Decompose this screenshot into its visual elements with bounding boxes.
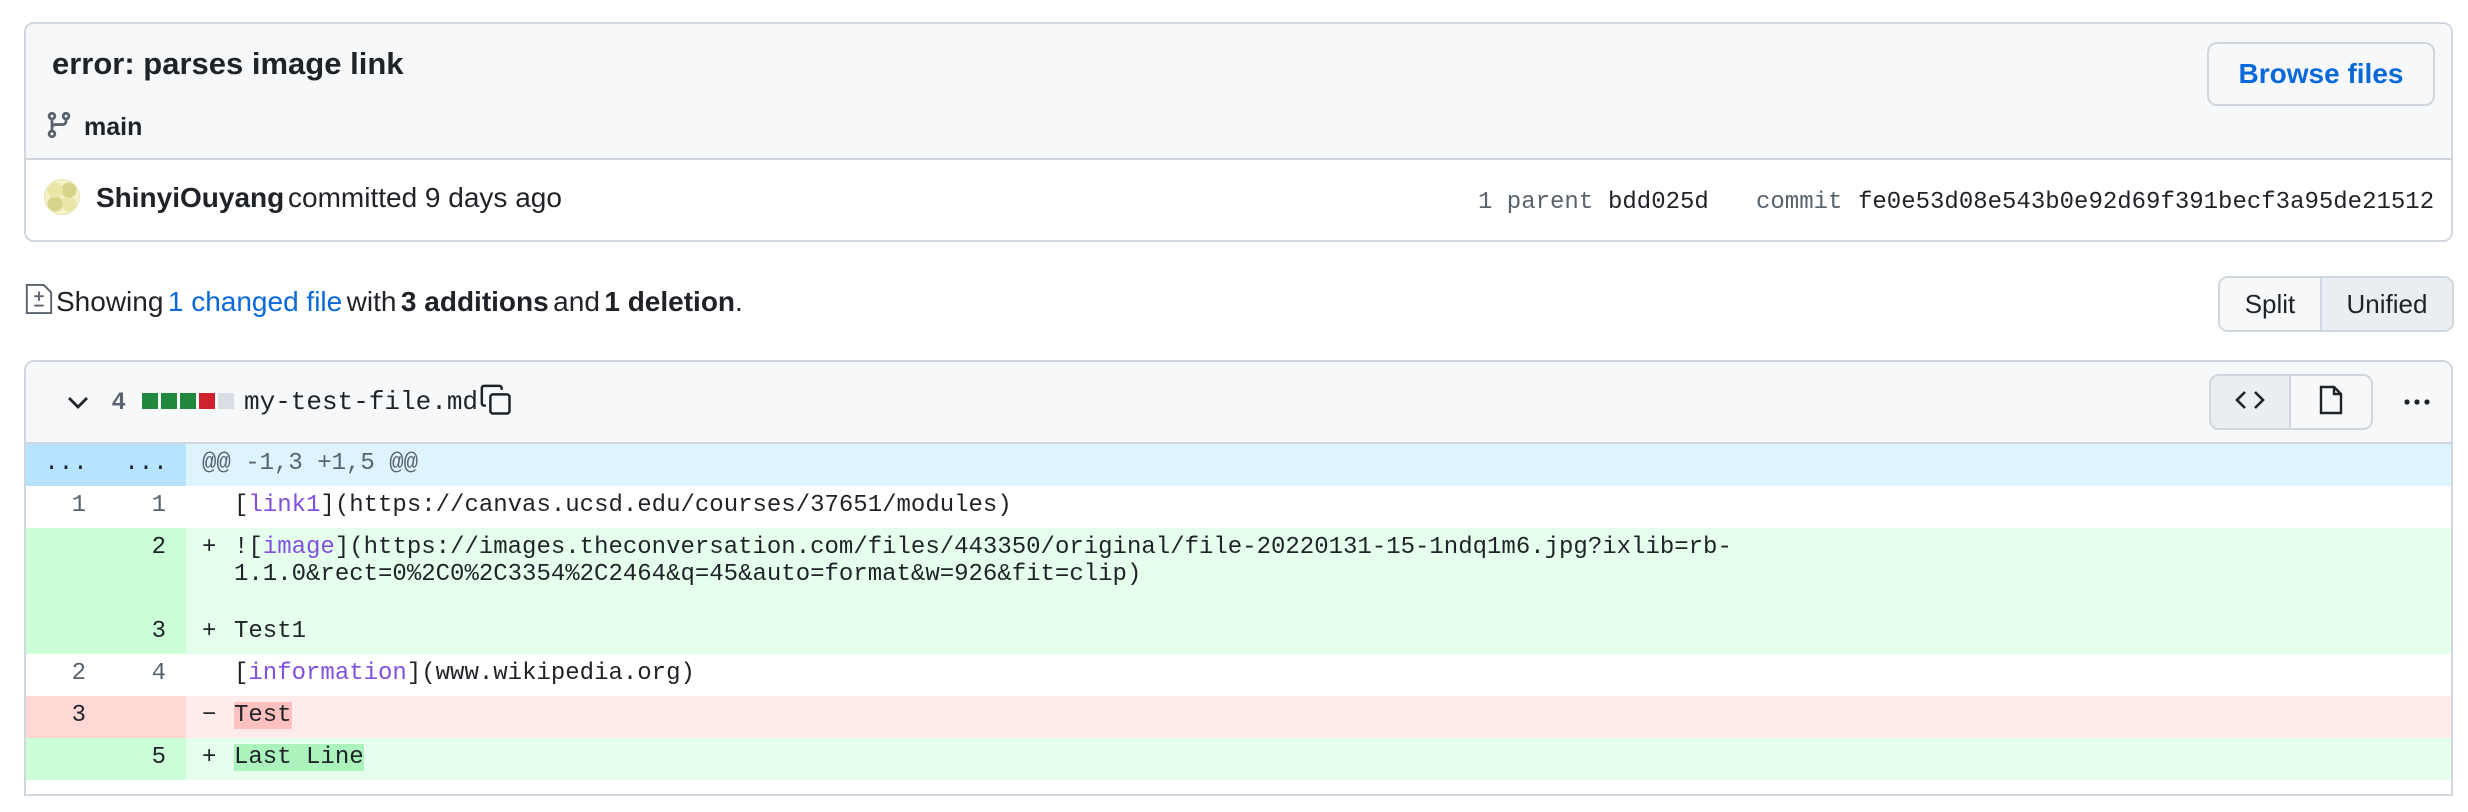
deleted-text: Test xyxy=(234,702,292,729)
diffstat-add xyxy=(180,393,196,409)
code-text-continuation: 1.1.0&rect=0%2C0%2C3354%2C2464&q=45&auto… xyxy=(234,561,1142,588)
old-line-number[interactable]: 1 xyxy=(26,486,106,528)
line-code: + Last Line xyxy=(186,738,2451,780)
git-branch-icon xyxy=(44,110,74,145)
code-text: Test1 xyxy=(234,618,307,645)
file-view-buttons xyxy=(2209,374,2373,430)
added-text: Last Line xyxy=(234,744,364,771)
diffstat-add xyxy=(142,393,158,409)
old-line-number[interactable]: 3 xyxy=(26,696,106,738)
file-view-button[interactable] xyxy=(2291,376,2371,428)
commit-label: commit xyxy=(1756,189,1843,216)
line-marker: + xyxy=(202,618,217,645)
line-marker: + xyxy=(202,534,217,561)
summary-and: and xyxy=(553,285,600,317)
changed-files-link[interactable]: 1 changed file xyxy=(168,286,342,318)
line-marker: + xyxy=(202,744,217,771)
hunk-expand-new[interactable]: ... xyxy=(106,444,186,486)
old-line-number[interactable] xyxy=(26,528,106,612)
unified-view-button[interactable]: Unified xyxy=(2322,278,2452,330)
link-text: image xyxy=(262,534,335,561)
diff-line: 5 + Last Line xyxy=(26,738,2451,780)
code-text: ](www.wikipedia.org) xyxy=(406,660,695,687)
author-name[interactable]: ShinyiOuyang xyxy=(96,182,284,214)
commit-title: error: parses image link xyxy=(52,46,404,81)
parent-sha-link[interactable]: bdd025d xyxy=(1608,189,1709,216)
file-name[interactable]: my-test-file.md xyxy=(244,387,478,417)
code-icon xyxy=(2234,384,2266,421)
summary-with: with xyxy=(346,285,397,317)
diff-line: 1 1 [link1](https://canvas.ucsd.edu/cour… xyxy=(26,486,2451,528)
chevron-down-icon[interactable] xyxy=(62,386,94,418)
commit-header: error: parses image link main Browse fil… xyxy=(24,22,2453,242)
code-text: ](https://images.theconversation.com/fil… xyxy=(334,534,1732,561)
hunk-header: @@ -1,3 +1,5 @@ xyxy=(186,444,2451,486)
new-line-number[interactable]: 2 xyxy=(106,528,186,612)
diffstat-del xyxy=(199,393,215,409)
copy-icon[interactable] xyxy=(478,382,514,418)
code-text: [ xyxy=(234,660,249,687)
line-code: − Test xyxy=(186,696,2451,738)
diffstat-add xyxy=(161,393,177,409)
code-text: ](https://canvas.ucsd.edu/courses/37651/… xyxy=(320,492,1012,519)
code-text: ![ xyxy=(234,534,263,561)
commit-time: committed 9 days ago xyxy=(288,182,562,213)
line-code: [information](www.wikipedia.org) xyxy=(186,654,2451,696)
diffstat-bar xyxy=(142,393,234,409)
old-line-number[interactable]: 2 xyxy=(26,654,106,696)
diff-table: ... ... @@ -1,3 +1,5 @@ 1 1 [link1](http… xyxy=(26,444,2451,780)
line-marker xyxy=(202,660,234,687)
branch-name: main xyxy=(84,113,143,141)
diffstat-neutral xyxy=(218,393,234,409)
diff-line: 2 4 [information](www.wikipedia.org) xyxy=(26,654,2451,696)
link-text: information xyxy=(248,660,407,687)
commit-sha: fe0e53d08e543b0e92d69f391becf3a95de21512 xyxy=(1858,189,2435,216)
diff-summary: Showing 1 changed file with 3 additions … xyxy=(24,282,743,321)
diff-line: 3 − Test xyxy=(26,696,2451,738)
code-text: [ xyxy=(234,492,249,519)
additions-count: 3 additions xyxy=(400,285,549,317)
parent-label: 1 parent xyxy=(1478,189,1594,216)
split-view-button[interactable]: Split xyxy=(2220,278,2322,330)
browse-files-button[interactable]: Browse files xyxy=(2207,42,2435,106)
new-line-number[interactable]: 1 xyxy=(106,486,186,528)
file-header: 4 my-test-file.md xyxy=(26,362,2451,444)
line-code: + Test1 xyxy=(186,612,2451,654)
branch-indicator[interactable]: main xyxy=(44,110,142,145)
new-line-number[interactable]: 3 xyxy=(106,612,186,654)
link-text: link1 xyxy=(248,492,321,519)
change-count: 4 xyxy=(112,388,126,415)
commit-title-bar: error: parses image link main Browse fil… xyxy=(26,24,2451,160)
line-marker xyxy=(202,492,234,519)
hunk-expand-old[interactable]: ... xyxy=(26,444,106,486)
new-line-number[interactable]: 5 xyxy=(106,738,186,780)
diff-line: 3 + Test1 xyxy=(26,612,2451,654)
diff-view-toggle: Split Unified xyxy=(2218,276,2454,332)
summary-suffix: . xyxy=(735,285,743,317)
deletions-count: 1 deletion xyxy=(604,285,736,317)
file-diff-icon xyxy=(24,282,56,321)
line-code: [link1](https://canvas.ucsd.edu/courses/… xyxy=(186,486,2451,528)
line-marker: − xyxy=(202,702,217,729)
old-line-number[interactable] xyxy=(26,612,106,654)
line-code: + ![image](https://images.theconversation… xyxy=(186,528,2451,612)
old-line-number[interactable] xyxy=(26,738,106,780)
hunk-row: ... ... @@ -1,3 +1,5 @@ xyxy=(26,444,2451,486)
new-line-number[interactable] xyxy=(106,696,186,738)
commit-meta: ShinyiOuyang committed 9 days ago 1 pare… xyxy=(26,160,2451,240)
summary-prefix: Showing xyxy=(56,285,164,317)
new-line-number[interactable]: 4 xyxy=(106,654,186,696)
code-view-button[interactable] xyxy=(2211,376,2291,428)
more-options-icon[interactable] xyxy=(2397,382,2437,422)
file-diff: 4 my-test-file.md ... ... @@ -1,3 +1,5 @… xyxy=(24,360,2453,796)
file-icon xyxy=(2315,384,2347,421)
avatar[interactable] xyxy=(44,179,80,215)
diff-line: 2 + ![image](https://images.theconversati… xyxy=(26,528,2451,612)
